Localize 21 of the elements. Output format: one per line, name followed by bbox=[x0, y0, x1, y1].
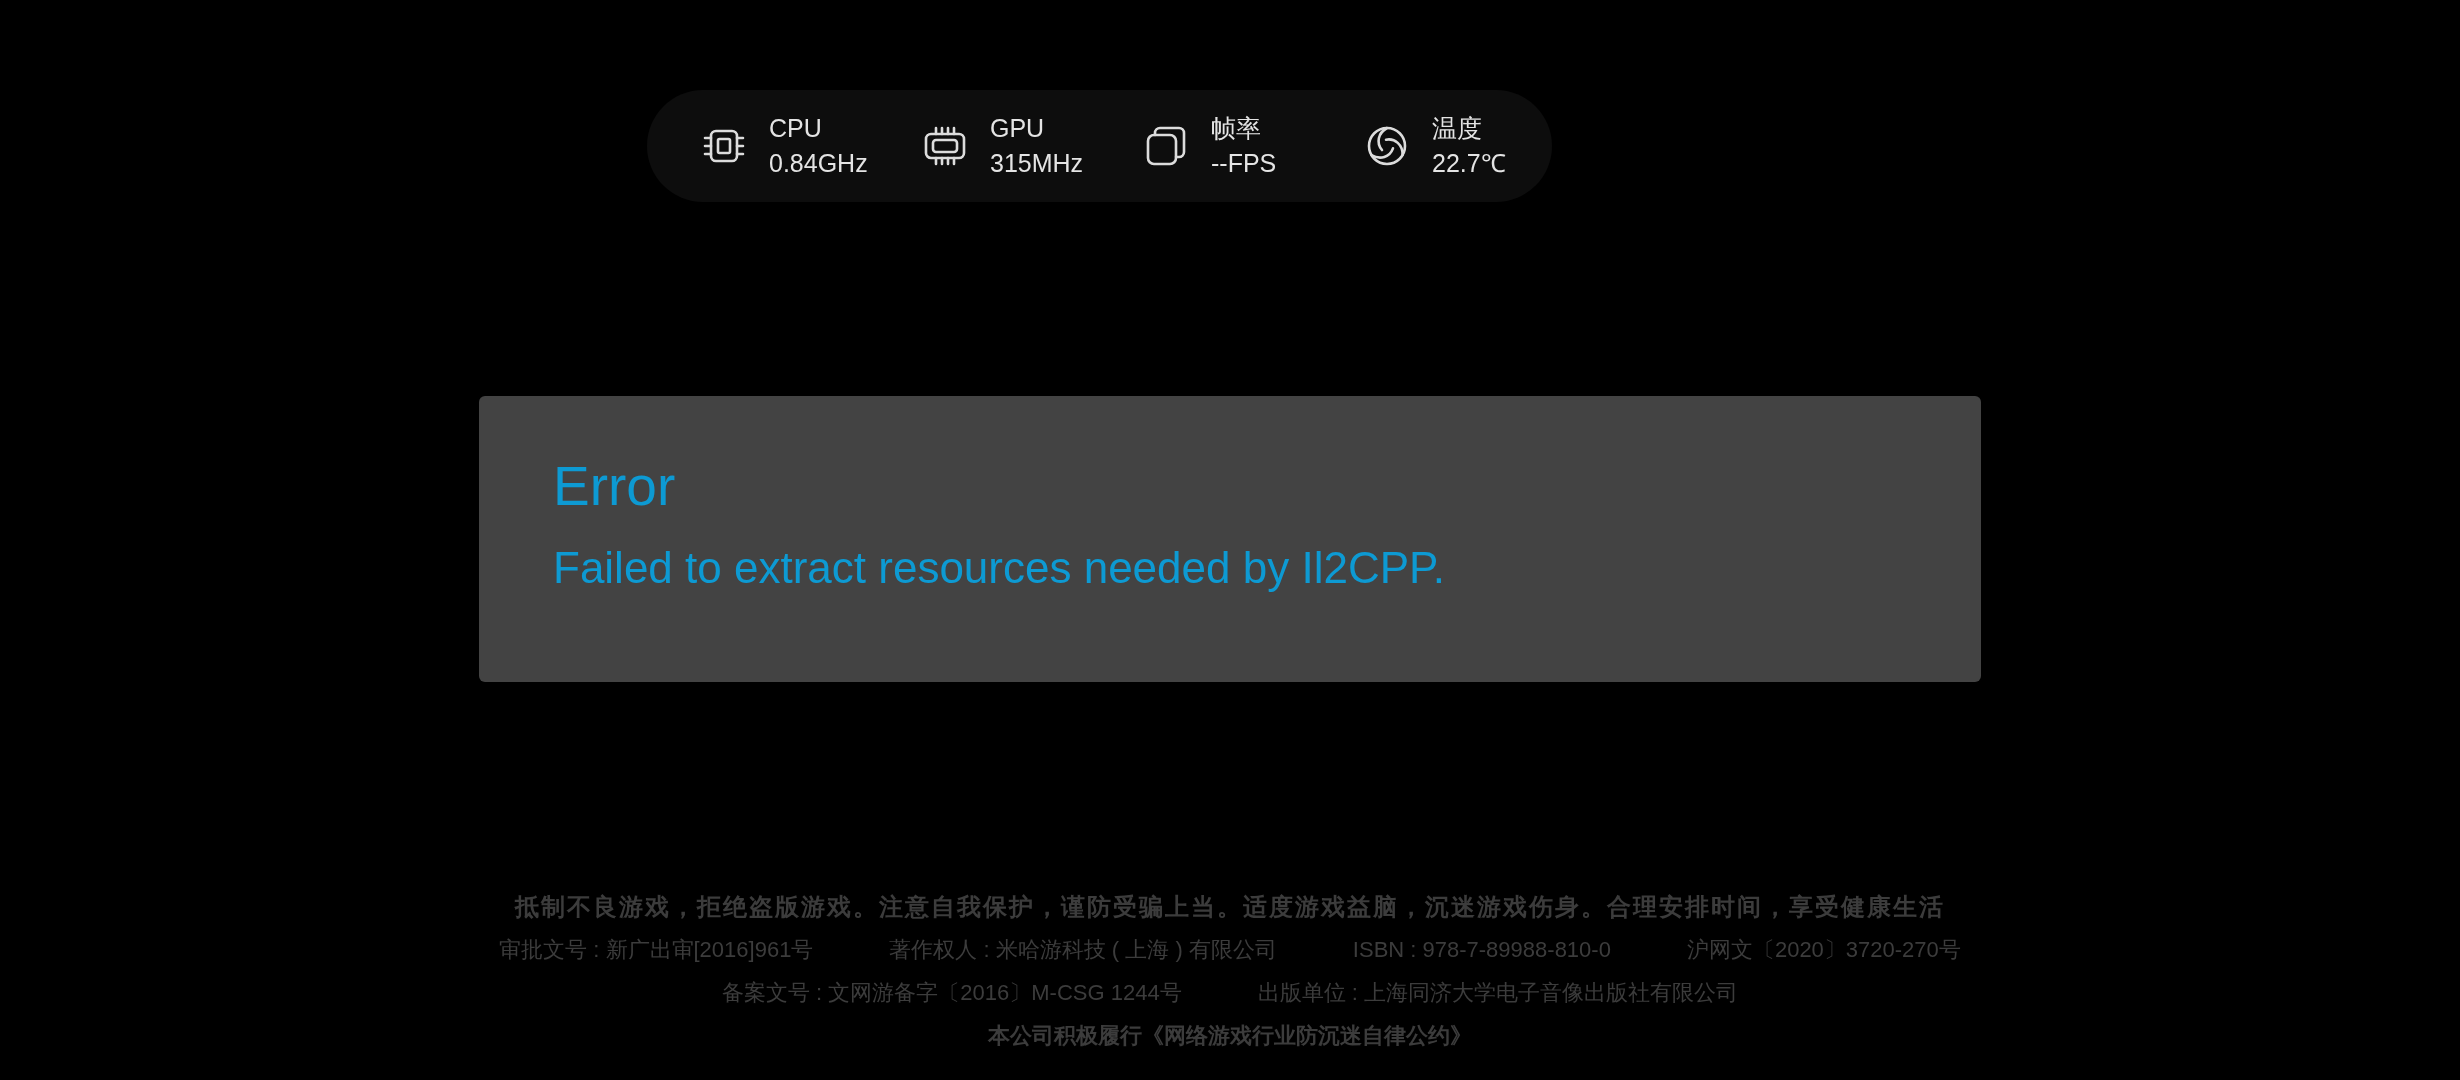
stat-value: 0.84GHz bbox=[769, 148, 868, 179]
stat-label: GPU bbox=[990, 113, 1045, 144]
stat-value: 22.7℃ bbox=[1432, 148, 1506, 179]
stat-value: --FPS bbox=[1211, 148, 1277, 179]
stacked-squares-icon bbox=[1145, 125, 1187, 167]
notice-text: 抵制不良游戏，拒绝盗版游戏。注意自我保护，谨防受骗上当。适度游戏益脑，沉迷游戏伤身。合理安排时间，享受健康生活 bbox=[515, 892, 1945, 922]
notice-text: 出版单位 : 上海同济大学电子音像出版社有限公司 bbox=[1257, 979, 1738, 1007]
notice-text: 沪网文〔2020〕3720-270号 bbox=[1686, 936, 1961, 964]
aperture-icon bbox=[1366, 125, 1408, 167]
notice-text: ISBN : 978-7-89988-810-0 bbox=[1352, 936, 1611, 964]
notice-text: 备案文号 : 文网游备字〔2016〕M-CSG 1244号 bbox=[722, 979, 1182, 1007]
stat-label: 帧率 bbox=[1211, 113, 1261, 144]
stat-label: CPU bbox=[769, 113, 822, 144]
error-title: Error bbox=[553, 455, 676, 517]
memory-chip-icon bbox=[924, 125, 966, 167]
notice-text: 著作权人 : 米哈游科技 ( 上海 ) 有限公司 bbox=[889, 936, 1277, 964]
error-message: Failed to extract resources needed by Il2CPP. bbox=[553, 543, 1445, 593]
stat-label: 温度 bbox=[1432, 113, 1482, 144]
stat-value: 315MHz bbox=[990, 148, 1084, 179]
notice-text: 本公司积极履行《网络游戏行业防沉迷自律公约》 bbox=[988, 1022, 1472, 1050]
notice-text: 审批文号 : 新广出审[2016]961号 bbox=[499, 936, 814, 964]
